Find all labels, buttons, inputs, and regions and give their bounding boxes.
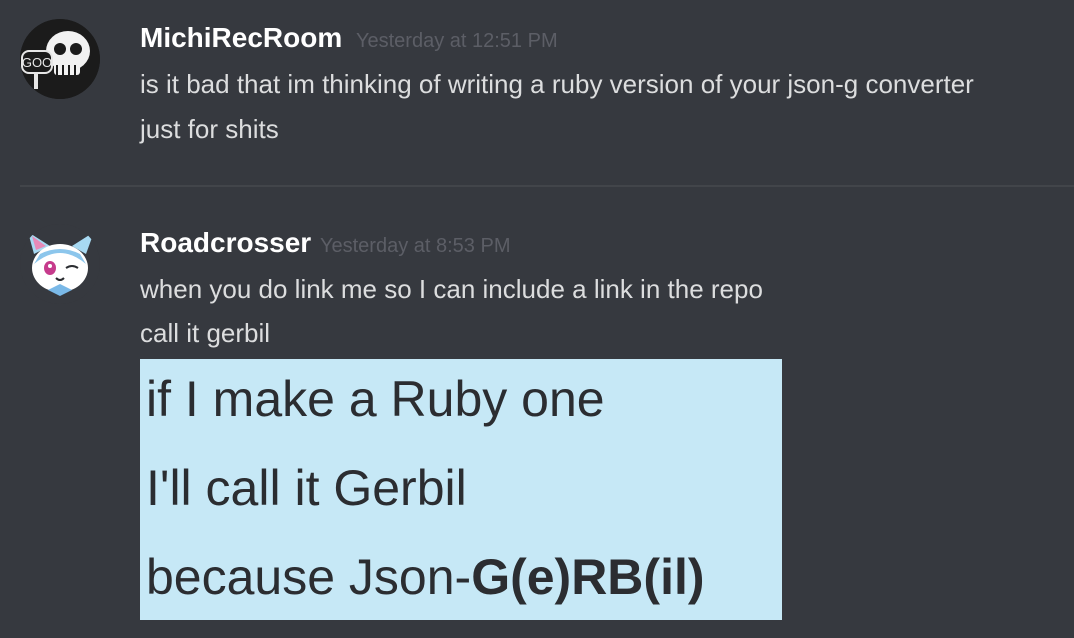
username[interactable]: Roadcrosser	[140, 227, 311, 259]
timestamp: Yesterday at 8:53 PM	[320, 235, 511, 257]
image-attachment[interactable]: if I make a Ruby one I'll call it Gerbil…	[140, 359, 782, 620]
message-text-line: call it gerbil	[140, 318, 271, 348]
attachment-text-line: because Json-G(e)RB(il)	[146, 549, 705, 605]
username[interactable]: MichiRecRoom	[140, 22, 342, 54]
avatar-image: GOO	[20, 19, 100, 99]
message: GOO MichiRecRoom Yesterday at 12:51 PM i…	[0, 0, 1074, 185]
timestamp: Yesterday at 12:51 PM	[356, 30, 558, 52]
avatar-sign-text: GOO	[22, 55, 52, 70]
avatar[interactable]	[20, 224, 100, 304]
attachment-text-plain: because Json-	[146, 549, 472, 605]
message-text-line: just for shits	[140, 114, 279, 144]
message-text-line: is it bad that im thinking of writing a …	[140, 69, 974, 99]
message: Roadcrosser Yesterday at 8:53 PM when yo…	[0, 187, 1074, 638]
attachment-text-line: if I make a Ruby one	[146, 371, 605, 427]
message-text-line: when you do link me so I can include a l…	[140, 274, 763, 304]
attachment-text-line: I'll call it Gerbil	[146, 460, 467, 516]
chat-messages: GOO MichiRecRoom Yesterday at 12:51 PM i…	[0, 0, 1074, 638]
attachment-text-bold: G(e)RB(il)	[471, 549, 705, 605]
avatar[interactable]: GOO	[20, 19, 100, 99]
avatar-image	[20, 224, 100, 304]
